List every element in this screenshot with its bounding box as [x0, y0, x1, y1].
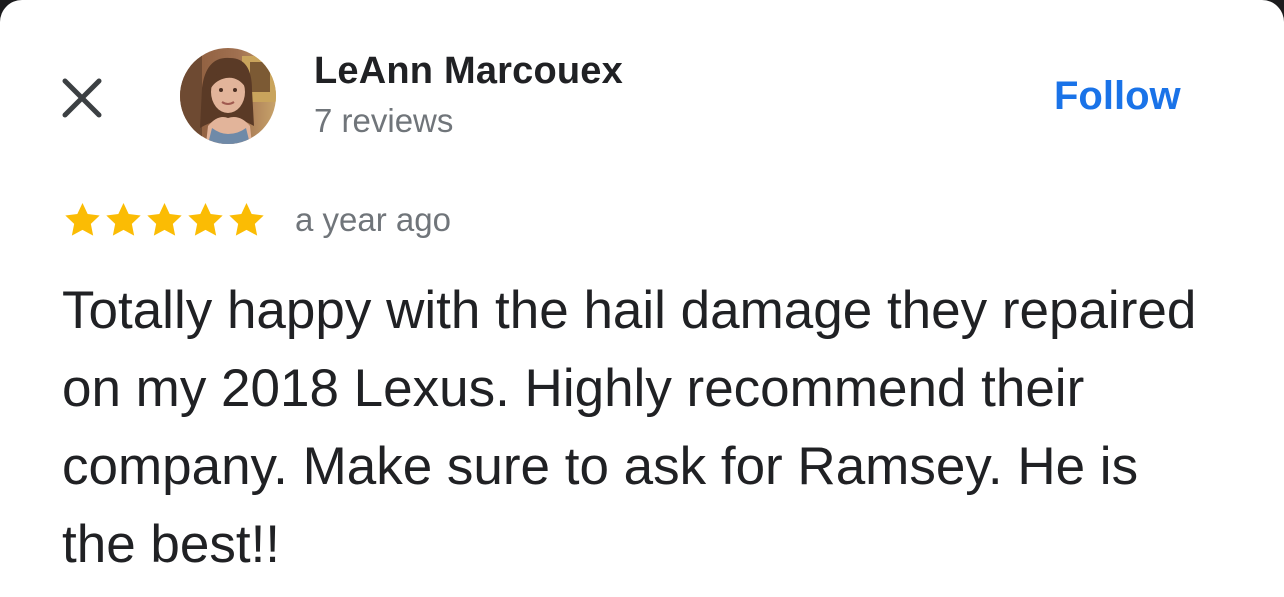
close-icon — [62, 78, 102, 118]
star-icon — [106, 203, 141, 236]
star-icon — [65, 203, 100, 236]
close-button[interactable] — [56, 72, 108, 124]
reviewer-name[interactable]: LeAnn Marcouex — [314, 50, 623, 93]
star-icon — [188, 203, 223, 236]
review-text: Totally happy with the hail damage they … — [62, 281, 1197, 574]
star-icon — [147, 203, 182, 236]
star-rating — [62, 200, 267, 240]
rating-row: a year ago — [62, 198, 451, 242]
review-time: a year ago — [295, 201, 451, 238]
follow-button[interactable]: Follow — [1054, 74, 1181, 119]
avatar[interactable] — [180, 48, 276, 144]
review-count: 7 reviews — [314, 102, 454, 139]
review-sheet: LeAnn Marcouex 7 reviews Follow a year a… — [0, 0, 1284, 597]
star-icon — [229, 203, 264, 236]
